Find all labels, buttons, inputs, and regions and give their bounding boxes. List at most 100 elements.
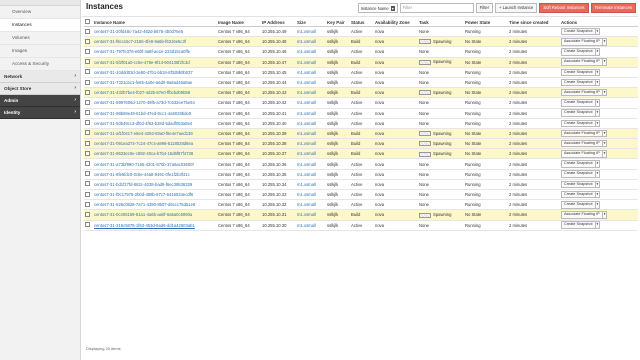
- row-action-button[interactable]: Create Snapshot: [561, 201, 595, 209]
- checkbox[interactable]: [85, 211, 90, 217]
- instance-name-link[interactable]: centos7-31-8633ec0e-c892-40ca-b7b4-15d6f…: [94, 151, 193, 156]
- chevron-down-icon[interactable]: ▾: [594, 109, 601, 117]
- size-link[interactable]: m1.xsmall: [297, 90, 316, 95]
- instance-name-link[interactable]: centos7-31-091ea374-7c24-47c4-a998-51180…: [94, 141, 193, 146]
- checkbox[interactable]: [85, 19, 90, 24]
- chevron-down-icon[interactable]: ▾: [594, 119, 601, 128]
- chevron-down-icon[interactable]: ▾: [594, 78, 601, 87]
- size-link[interactable]: m1.xsmall: [297, 172, 316, 177]
- instance-name-link[interactable]: centos7-31-98b69e49-61bd-47ed-8cc1-4a502…: [94, 111, 191, 116]
- instance-name-link[interactable]: centos7-31-a73bf990-7166-4201-870b-37a6a…: [94, 162, 194, 167]
- row-checkbox-cell[interactable]: [84, 108, 93, 119]
- chevron-down-icon[interactable]: ▾: [594, 170, 601, 178]
- chevron-down-icon[interactable]: ▾: [594, 68, 601, 77]
- filter-field-select[interactable]: Instance Name ▾: [357, 3, 398, 13]
- row-action-button[interactable]: Create Snapshot: [561, 27, 595, 36]
- row-action-button[interactable]: Associate Floating IP: [561, 139, 602, 148]
- size-link[interactable]: m1.xsmall: [297, 212, 316, 217]
- row-action-button[interactable]: Create Snapshot: [561, 99, 595, 107]
- checkbox[interactable]: [85, 89, 90, 95]
- row-checkbox-cell[interactable]: [84, 199, 93, 211]
- sidebar-item-overview[interactable]: Overview: [0, 6, 80, 19]
- row-action-button[interactable]: Create Snapshot: [561, 68, 595, 77]
- chevron-down-icon[interactable]: ▾: [594, 190, 601, 199]
- size-link[interactable]: m1.xsmall: [297, 131, 316, 136]
- row-action-button[interactable]: Associate Floating IP: [561, 38, 602, 46]
- row-action-button[interactable]: Associate Floating IP: [561, 129, 602, 138]
- instance-name-link[interactable]: centos7-31-0c405169-81a1-4a6b-aa0f-6a5a0…: [94, 212, 192, 217]
- size-link[interactable]: m1.xsmall: [297, 100, 316, 105]
- instance-name-link[interactable]: centos7-31-8fe5fdc0-0c8e-44a8-9491-0fe1f…: [94, 172, 190, 177]
- terminate-button[interactable]: Terminate Instances: [590, 3, 636, 13]
- row-action-button[interactable]: Create Snapshot: [561, 119, 595, 128]
- chevron-down-icon[interactable]: ▾: [601, 88, 608, 97]
- instance-name-link[interactable]: centos7-31-315c5878-1f63-453d-9ad6-dd1a4…: [94, 223, 195, 228]
- instance-name-link[interactable]: centos7-31-20fd48c-7a42-462d-b676-4b0d75…: [94, 29, 183, 34]
- instance-name-link[interactable]: centos7-31-f9c17975-2b0d-489b-87c7-64155…: [94, 192, 193, 197]
- instance-name-link[interactable]: centos7-31-10ddd03d-3e80-47b1-bb34-8f3d9…: [94, 70, 193, 75]
- size-link[interactable]: m1.xsmall: [297, 151, 316, 156]
- size-link[interactable]: m1.xsmall: [297, 192, 316, 197]
- row-checkbox-cell[interactable]: [84, 46, 93, 58]
- row-action-button[interactable]: Create Snapshot: [561, 48, 595, 56]
- checkbox[interactable]: [85, 48, 90, 54]
- sidebar-item-instances[interactable]: Instances: [0, 19, 80, 32]
- checkbox[interactable]: [85, 79, 90, 85]
- instance-name-link[interactable]: centos7-31-f8cc16c7-2165-4fe8-9a6b-f6316…: [94, 39, 186, 44]
- chevron-down-icon[interactable]: ▾: [601, 211, 608, 219]
- select-all-checkbox[interactable]: [84, 18, 93, 27]
- row-checkbox-cell[interactable]: [84, 36, 93, 48]
- row-checkbox-cell[interactable]: [84, 189, 93, 201]
- size-link[interactable]: m1.xsmall: [297, 49, 316, 54]
- checkbox[interactable]: [85, 201, 90, 207]
- filter-input[interactable]: Filter: [399, 3, 474, 13]
- chevron-down-icon[interactable]: ▾: [594, 48, 601, 56]
- row-checkbox-cell[interactable]: [84, 97, 93, 109]
- checkbox[interactable]: [85, 38, 90, 44]
- checkbox[interactable]: [85, 222, 90, 228]
- row-action-button[interactable]: Create Snapshot: [561, 78, 595, 87]
- row-action-button[interactable]: Create Snapshot: [561, 170, 595, 178]
- chevron-down-icon[interactable]: ▾: [601, 38, 608, 46]
- chevron-down-icon[interactable]: ▾: [594, 221, 601, 229]
- row-checkbox-cell[interactable]: [84, 158, 93, 170]
- chevron-down-icon[interactable]: ▾: [601, 150, 608, 158]
- row-action-button[interactable]: Create Snapshot: [561, 109, 595, 117]
- instance-name-link[interactable]: centos7-31-7321cbc1-fe65-4a0e-a6d0-8a8ad…: [94, 80, 192, 85]
- size-link[interactable]: m1.xsmall: [297, 121, 316, 126]
- instance-name-link[interactable]: centos7-31-432b7be4-f027-4d2b-87e0-ffbcb…: [94, 90, 190, 95]
- size-link[interactable]: m1.xsmall: [297, 182, 316, 187]
- sidebar-section-network[interactable]: Network ›: [0, 71, 80, 83]
- sidebar-item-volumes[interactable]: Volumes: [0, 32, 80, 45]
- row-checkbox-cell[interactable]: [84, 209, 93, 221]
- instance-name-link[interactable]: centos7-31-526c0828-7a71-4390-8b07-d6ccc…: [94, 202, 195, 207]
- chevron-down-icon[interactable]: ▾: [601, 129, 608, 138]
- row-checkbox-cell[interactable]: [84, 57, 93, 68]
- size-link[interactable]: m1.xsmall: [297, 80, 316, 85]
- instance-name-link[interactable]: centos7-31-5997606d-1270-49f5-a73d-7c632…: [94, 100, 195, 105]
- sidebar-section-admin[interactable]: Admin ›: [0, 95, 80, 107]
- size-link[interactable]: m1.xsmall: [297, 70, 316, 75]
- size-link[interactable]: m1.xsmall: [297, 111, 316, 116]
- instance-name-link[interactable]: centos7-31-797fe376-e60f-4a8f-ae1e-223d1…: [94, 49, 190, 54]
- chevron-down-icon[interactable]: ▾: [601, 58, 608, 66]
- size-link[interactable]: m1.xsmall: [297, 202, 316, 207]
- size-link[interactable]: m1.xsmall: [297, 162, 316, 167]
- row-action-button[interactable]: Associate Floating IP: [561, 150, 602, 158]
- row-checkbox-cell[interactable]: [84, 169, 93, 180]
- size-link[interactable]: m1.xsmall: [297, 39, 316, 44]
- row-checkbox-cell[interactable]: [84, 179, 93, 191]
- row-action-button[interactable]: Create Snapshot: [561, 190, 595, 199]
- chevron-down-icon[interactable]: ▾: [594, 27, 601, 36]
- instance-name-link[interactable]: centos7-31-af1f0417-e8e4-4293-83a0-f8e4e…: [94, 131, 193, 136]
- chevron-down-icon[interactable]: ▾: [594, 160, 601, 168]
- row-checkbox-cell[interactable]: [84, 220, 93, 231]
- checkbox[interactable]: [85, 120, 90, 126]
- size-link[interactable]: m1.xsmall: [297, 29, 316, 34]
- checkbox[interactable]: [85, 161, 90, 167]
- filter-button[interactable]: Filter: [475, 3, 493, 13]
- launch-instance-button[interactable]: + Launch Instance: [494, 3, 538, 13]
- instance-name-link[interactable]: centos7-31-50b49cc3-df0d-4f63-b28d-5dadf…: [94, 121, 192, 126]
- row-checkbox-cell[interactable]: [84, 148, 93, 160]
- chevron-down-icon[interactable]: ▾: [594, 99, 601, 107]
